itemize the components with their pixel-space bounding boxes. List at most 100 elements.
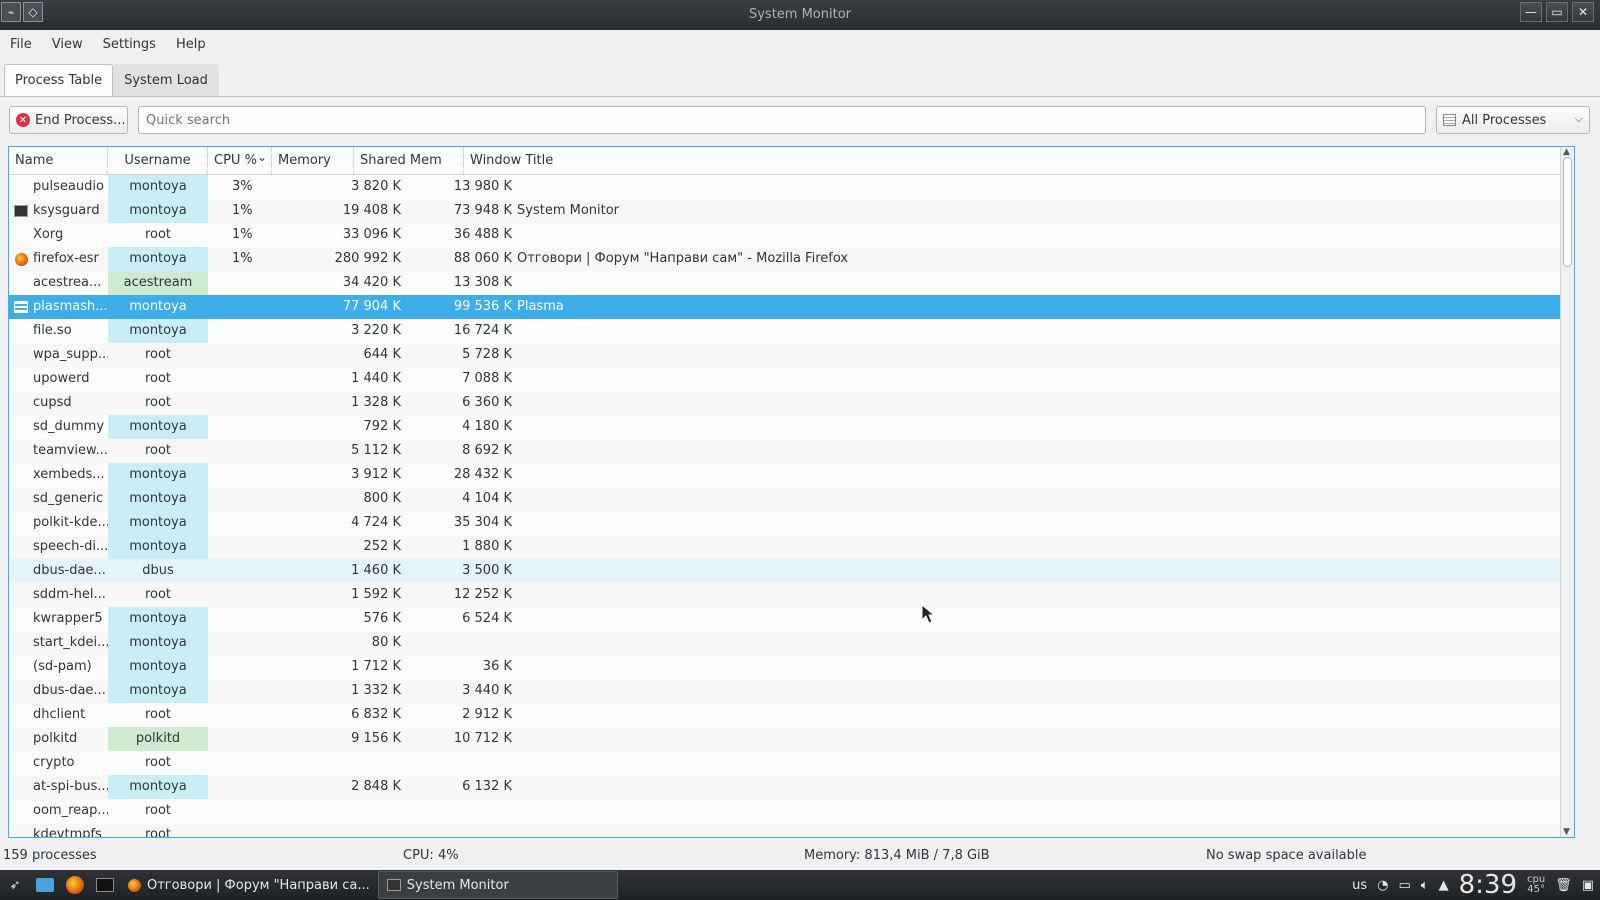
- maximize-button[interactable]: ▭: [1546, 2, 1568, 22]
- cell-name: file.so: [33, 323, 72, 338]
- cell-window-title: [514, 343, 1574, 367]
- table-row[interactable]: acestrea... acestream 34 420 K 13 308 K: [9, 271, 1574, 295]
- status-swap: No swap space available: [1206, 848, 1367, 863]
- process-filter-select[interactable]: All Processes ⌵: [1436, 106, 1590, 134]
- table-row[interactable]: xembeds... montoya 3 912 K 28 432 K: [9, 463, 1574, 487]
- cpu-temp-widget[interactable]: cpu 45°: [1527, 875, 1545, 895]
- table-row[interactable]: dbus-dae... dbus 1 460 K 3 500 K: [9, 559, 1574, 583]
- cell-username: polkitd: [108, 727, 208, 751]
- table-row[interactable]: sddm-hel... root 1 592 K 12 252 K: [9, 583, 1574, 607]
- tab-process-table[interactable]: Process Table: [4, 64, 114, 96]
- quick-search-input[interactable]: [138, 106, 1426, 134]
- cell-name: dbus-dae...: [33, 683, 106, 698]
- table-row[interactable]: polkit-kde... montoya 4 724 K 35 304 K: [9, 511, 1574, 535]
- table-row[interactable]: firefox-esr montoya 1% 280 992 K 88 060 K Отг…: [9, 247, 1574, 271]
- column-header-cpu[interactable]: CPU %: [208, 147, 272, 174]
- cell-username: montoya: [108, 535, 208, 559]
- column-header-memory[interactable]: Memory: [272, 147, 354, 174]
- table-row[interactable]: (sd-pam) montoya 1 712 K 36 K: [9, 655, 1574, 679]
- table-row[interactable]: kdevtmpfs root: [9, 823, 1574, 837]
- window-title: System Monitor: [0, 7, 1600, 22]
- task-system-monitor[interactable]: System Monitor: [377, 871, 618, 899]
- table-row[interactable]: sd_dummy montoya 792 K 4 180 K: [9, 415, 1574, 439]
- table-row[interactable]: crypto root: [9, 751, 1574, 775]
- cell-window-title: [514, 487, 1574, 511]
- table-row[interactable]: upowerd root 1 440 K 7 088 K: [9, 367, 1574, 391]
- battery-icon[interactable]: ▭: [1399, 878, 1411, 893]
- cell-shared-mem: 1 880 K: [462, 539, 512, 554]
- cell-window-title: [514, 415, 1574, 439]
- table-row[interactable]: cupsd root 1 328 K 6 360 K: [9, 391, 1574, 415]
- cell-cpu: [208, 439, 258, 463]
- firefox-launcher-icon[interactable]: [62, 873, 88, 897]
- table-row[interactable]: polkitd polkitd 9 156 K 10 712 K: [9, 727, 1574, 751]
- status-memory: Memory: 813,4 MiB / 7,8 GiB: [804, 848, 990, 863]
- terminal-launcher-icon[interactable]: [92, 873, 118, 897]
- end-process-label: End Process...: [35, 112, 126, 128]
- cell-username: root: [144, 395, 172, 410]
- keyboard-layout[interactable]: us: [1352, 878, 1367, 893]
- cell-window-title: [514, 631, 1574, 655]
- cell-cpu: [208, 487, 258, 511]
- column-header-username[interactable]: Username: [108, 147, 208, 174]
- tab-system-load[interactable]: System Load: [113, 64, 219, 96]
- cell-memory: 800 K: [363, 491, 401, 506]
- menu-file[interactable]: File: [0, 32, 42, 58]
- cell-cpu: [208, 367, 258, 391]
- cell-name: cupsd: [33, 395, 72, 410]
- app-launcher-icon[interactable]: ➶: [2, 873, 28, 897]
- table-row[interactable]: plasmash... montoya 77 904 K 99 536 K Plasma: [9, 295, 1574, 319]
- scrollbar-thumb[interactable]: [1563, 157, 1572, 267]
- table-row[interactable]: speech-di... montoya 252 K 1 880 K: [9, 535, 1574, 559]
- menu-help[interactable]: Help: [166, 32, 216, 58]
- column-header-window-title[interactable]: Window Title: [464, 147, 1574, 174]
- scroll-down-icon[interactable]: ▼: [1563, 827, 1570, 837]
- table-row[interactable]: ksysguard montoya 1% 19 408 K 73 948 K System…: [9, 199, 1574, 223]
- cell-memory: 9 156 K: [351, 731, 401, 746]
- table-row[interactable]: Xorg root 1% 33 096 K 36 488 K: [9, 223, 1574, 247]
- table-row[interactable]: dhclient root 6 832 K 2 912 K: [9, 703, 1574, 727]
- column-header-shared-mem[interactable]: Shared Mem: [354, 147, 464, 174]
- table-row[interactable]: pulseaudio montoya 3% 3 820 K 13 980 K: [9, 175, 1574, 199]
- task-firefox[interactable]: Отговори | Форум "Направи са...: [120, 871, 378, 899]
- wifi-icon[interactable]: ◔: [1377, 878, 1388, 893]
- cell-memory: 1 592 K: [351, 587, 401, 602]
- minimize-button[interactable]: —: [1520, 2, 1542, 22]
- trash-icon[interactable]: 🗑︎: [1555, 878, 1572, 893]
- cell-cpu: [208, 631, 258, 655]
- cell-cpu: 3%: [232, 179, 253, 194]
- table-row[interactable]: wpa_supp... root 644 K 5 728 K: [9, 343, 1574, 367]
- column-header-name[interactable]: Name: [9, 147, 108, 174]
- table-row[interactable]: teamview... root 5 112 K 8 692 K: [9, 439, 1574, 463]
- cell-username: root: [144, 371, 172, 386]
- table-row[interactable]: at-spi-bus... montoya 2 848 K 6 132 K: [9, 775, 1574, 799]
- table-row[interactable]: dbus-dae... montoya 1 332 K 3 440 K: [9, 679, 1574, 703]
- table-row[interactable]: kwrapper5 montoya 576 K 6 524 K: [9, 607, 1574, 631]
- cell-cpu: [208, 799, 258, 823]
- process-table[interactable]: Name Username CPU % Memory Shared Mem Wi…: [8, 146, 1575, 838]
- tray-expand-icon[interactable]: ▲: [1439, 878, 1449, 893]
- task-firefox-label: Отговори | Форум "Направи са...: [147, 877, 370, 893]
- cell-memory: 34 420 K: [342, 275, 401, 290]
- volume-icon[interactable]: 🔈︎: [1421, 878, 1429, 893]
- table-row[interactable]: sd_generic montoya 800 K 4 104 K: [9, 487, 1574, 511]
- cell-name: xembeds...: [33, 467, 105, 482]
- cell-window-title: [514, 463, 1574, 487]
- end-process-button[interactable]: ✕ End Process...: [9, 106, 128, 134]
- show-desktop-icon[interactable]: ▣: [1582, 878, 1594, 893]
- table-row[interactable]: file.so montoya 3 220 K 16 724 K: [9, 319, 1574, 343]
- cell-username: montoya: [108, 775, 208, 799]
- table-row[interactable]: oom_reap... root: [9, 799, 1574, 823]
- cell-memory: 80 K: [371, 635, 401, 650]
- row-icon-cell: [9, 559, 33, 583]
- plasma-icon: [14, 301, 28, 313]
- menu-view[interactable]: View: [42, 32, 93, 58]
- scroll-up-icon[interactable]: ▲: [1563, 147, 1570, 157]
- menu-settings[interactable]: Settings: [93, 32, 166, 58]
- row-icon-cell: [9, 823, 33, 837]
- file-manager-icon[interactable]: [32, 873, 58, 897]
- vertical-scrollbar[interactable]: ▲ ▼: [1560, 147, 1574, 837]
- clock[interactable]: 8:39: [1459, 870, 1517, 900]
- close-button[interactable]: ✕: [1572, 2, 1594, 22]
- table-row[interactable]: start_kdei... montoya 80 K: [9, 631, 1574, 655]
